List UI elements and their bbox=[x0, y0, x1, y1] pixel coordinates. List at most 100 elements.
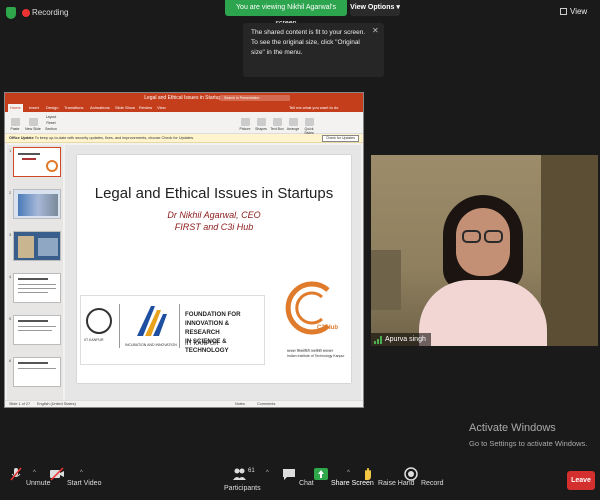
chevron-down-icon: ▾ bbox=[396, 4, 400, 11]
paste-button[interactable]: Paste bbox=[7, 118, 23, 131]
layout-button[interactable]: Layout bbox=[43, 115, 59, 119]
thumb-number: 4 bbox=[9, 274, 12, 279]
new-slide-button[interactable]: New Slide bbox=[25, 118, 41, 131]
leave-button[interactable]: Leave bbox=[567, 471, 595, 490]
picture-button[interactable]: Picture bbox=[237, 118, 253, 131]
unmute-button[interactable]: Unmute bbox=[8, 467, 50, 487]
tab-review[interactable]: Review bbox=[137, 104, 154, 112]
slide-editor: Legal and Ethical Issues in Startups Dr … bbox=[65, 145, 361, 400]
security-shield-icon[interactable] bbox=[6, 7, 16, 19]
view-options-button[interactable]: View Options ▾ bbox=[350, 0, 400, 16]
recording-label: Recording bbox=[32, 8, 69, 17]
glasses-icon bbox=[484, 230, 503, 243]
quick-styles-button[interactable]: Quick Styles bbox=[301, 118, 317, 135]
foundation-name: FOUNDATION FOR INNOVATION & RESEARCH IN … bbox=[185, 310, 264, 355]
section-button[interactable]: Section bbox=[43, 127, 59, 131]
slide-thumbnail[interactable] bbox=[13, 189, 61, 219]
chat-button[interactable]: Chat bbox=[281, 467, 314, 487]
shapes-button[interactable]: Shapes bbox=[253, 118, 269, 131]
thumb-number: 3 bbox=[9, 232, 12, 237]
thumb-number: 2 bbox=[9, 190, 12, 195]
paste-label: Paste bbox=[10, 127, 20, 131]
picture-icon bbox=[240, 118, 250, 126]
ppt-status-bar: Slide 1 of 27 English (United States) No… bbox=[5, 400, 363, 407]
fit-to-screen-tooltip: The shared content is fit to your screen… bbox=[243, 23, 384, 77]
layout-label: Layout bbox=[45, 115, 57, 119]
shapes-label: Shapes bbox=[255, 127, 267, 131]
view-options-label: View Options bbox=[350, 4, 395, 11]
participant-video-tile[interactable]: Apurva singh bbox=[371, 155, 598, 346]
office-update-notice: Office Update To keep up-to-date with se… bbox=[5, 134, 363, 143]
language-status: English (United States) bbox=[37, 402, 76, 406]
participants-icon bbox=[233, 468, 246, 480]
close-icon[interactable]: ✕ bbox=[372, 26, 379, 35]
thumb-number: 5 bbox=[9, 316, 12, 321]
ppt-ribbon: Paste New Slide Layout Reset Section Pic… bbox=[5, 112, 363, 135]
tell-me-search[interactable]: Tell me what you want to do bbox=[287, 104, 340, 112]
meeting-controls-bar: Unmute ^ Start Video ^ 61 Participants ^… bbox=[0, 462, 600, 500]
reset-button[interactable]: Reset bbox=[43, 121, 59, 125]
logo-divider bbox=[179, 304, 180, 348]
notes-button[interactable]: Notes bbox=[235, 401, 245, 407]
notice-title: Office Update bbox=[9, 136, 34, 140]
ppt-ribbon-tabs: Home Insert Design Transitions Animation… bbox=[5, 103, 363, 112]
arrange-icon bbox=[288, 118, 298, 126]
slide-thumbnail[interactable] bbox=[13, 273, 61, 303]
text-box-icon bbox=[272, 118, 282, 126]
tab-design[interactable]: Design bbox=[44, 104, 60, 112]
record-button[interactable]: Record bbox=[403, 467, 444, 487]
view-button[interactable]: View bbox=[570, 7, 587, 16]
foundation-logo-box: IIT KANPUR INCUBATION AND INNOVATION FOU… bbox=[80, 295, 265, 365]
slide-thumbnail[interactable] bbox=[13, 315, 61, 345]
foundation-iit: IIT KANPUR bbox=[185, 341, 219, 347]
video-off-icon bbox=[50, 467, 64, 481]
shared-screen: Legal and Ethical Issues in Startups Sea… bbox=[4, 92, 364, 408]
comments-button[interactable]: Comments bbox=[257, 401, 275, 407]
microphone-muted-icon bbox=[10, 467, 22, 481]
recording-icon bbox=[22, 9, 30, 17]
participants-caret-icon[interactable]: ^ bbox=[266, 470, 269, 476]
incubation-wing-icon bbox=[137, 306, 167, 336]
tab-animations[interactable]: Animations bbox=[88, 104, 112, 112]
slide-thumbnail[interactable] bbox=[13, 147, 61, 177]
participants-label: Participants bbox=[224, 485, 261, 492]
notice-text: To keep up-to-date with security updates… bbox=[34, 136, 195, 140]
tab-insert[interactable]: Insert bbox=[27, 104, 41, 112]
slide-thumbnail[interactable] bbox=[13, 231, 61, 261]
video-shelf bbox=[371, 250, 401, 310]
picture-label: Picture bbox=[239, 127, 251, 131]
audio-options-caret-icon[interactable]: ^ bbox=[33, 470, 36, 476]
participant-body bbox=[419, 280, 547, 346]
section-label: Section bbox=[45, 127, 57, 131]
start-video-button[interactable]: Start Video bbox=[49, 467, 101, 487]
check-for-updates-button[interactable]: Check for Updates bbox=[322, 135, 359, 142]
iitk-seal-icon bbox=[86, 308, 112, 334]
tab-slide-show[interactable]: Slide Show bbox=[113, 104, 137, 112]
share-options-caret-icon[interactable]: ^ bbox=[347, 470, 350, 476]
start-video-label: Start Video bbox=[66, 480, 102, 487]
paste-icon bbox=[10, 118, 20, 126]
arrange-button[interactable]: Arrange bbox=[285, 118, 301, 131]
text-box-button[interactable]: Text Box bbox=[269, 118, 285, 131]
ppt-window-title: Legal and Ethical Issues in Startups bbox=[5, 93, 363, 103]
slide-thumbnail[interactable] bbox=[13, 357, 61, 387]
slide-title: Legal and Ethical Issues in Startups bbox=[94, 185, 334, 202]
foundation-line: FOUNDATION FOR bbox=[185, 311, 241, 318]
unmute-label: Unmute bbox=[25, 480, 51, 487]
tab-home[interactable]: Home bbox=[8, 104, 23, 112]
glasses-icon bbox=[462, 230, 481, 243]
participants-count: 61 bbox=[248, 468, 255, 474]
ppt-search-input[interactable]: Search in Presentation bbox=[220, 95, 290, 101]
video-options-caret-icon[interactable]: ^ bbox=[80, 470, 83, 476]
quick-styles-icon bbox=[304, 118, 314, 126]
tab-transitions[interactable]: Transitions bbox=[62, 104, 85, 112]
grid-view-icon bbox=[560, 8, 567, 15]
slide-subtitle-author: Dr Nikhil Agarwal, CEO bbox=[167, 210, 261, 220]
tab-view[interactable]: View bbox=[155, 104, 168, 112]
logo-divider bbox=[119, 304, 120, 348]
new-slide-icon bbox=[28, 118, 38, 126]
participants-button[interactable]: 61 Participants bbox=[224, 467, 261, 492]
viewing-screen-banner: You are viewing Nikhil Agarwal's screen bbox=[225, 0, 347, 27]
raise-hand-icon bbox=[365, 468, 371, 480]
current-slide[interactable]: Legal and Ethical Issues in Startups Dr … bbox=[77, 155, 351, 383]
